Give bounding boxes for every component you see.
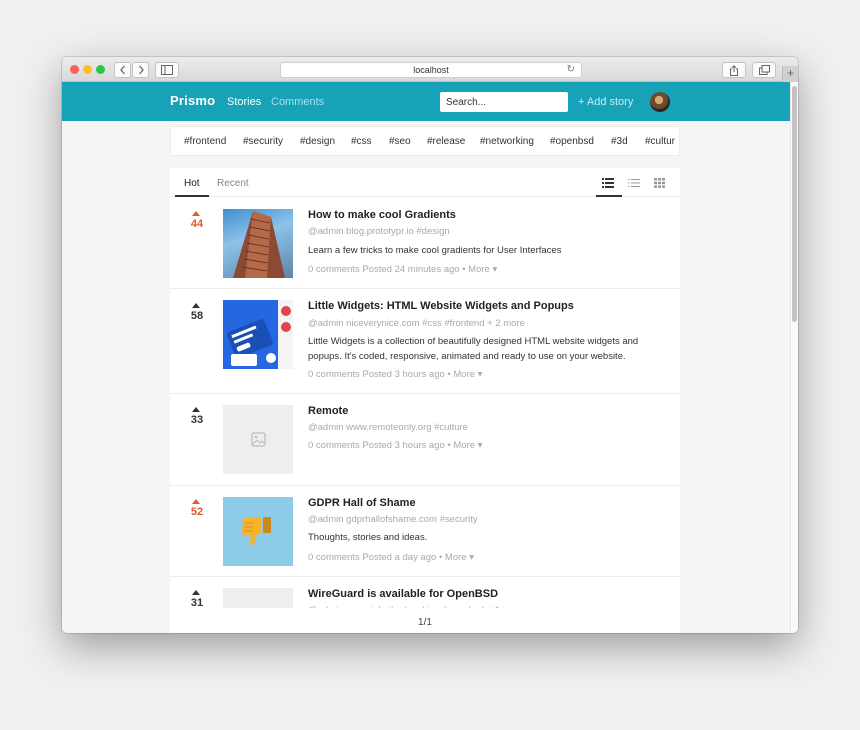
app-viewport: Prismo Stories Comments + Add story #fro… [62, 82, 790, 633]
list-compact-icon [628, 179, 640, 187]
vote-count: 33 [190, 414, 204, 426]
story-title[interactable]: GDPR Hall of Shame [308, 497, 416, 509]
user-avatar[interactable] [650, 92, 670, 112]
story-title[interactable]: WireGuard is available for OpenBSD [308, 588, 498, 600]
share-icon [730, 65, 738, 76]
view-grid-button[interactable] [654, 175, 668, 189]
view-list-compact-button[interactable] [628, 175, 642, 189]
nav-comments[interactable]: Comments [271, 96, 324, 108]
tag-3d[interactable]: #3d [611, 136, 628, 147]
pagination[interactable]: 1/1 [170, 608, 680, 633]
story-description: Learn a few tricks to make cool gradient… [308, 245, 562, 256]
tag-design[interactable]: #design [300, 136, 335, 147]
image-placeholder-icon [251, 432, 266, 447]
list-large-icon [602, 178, 614, 188]
tab-hot[interactable]: Hot [184, 178, 200, 189]
thumbs-down-icon [242, 517, 271, 546]
upvote-icon[interactable] [192, 499, 200, 504]
story-item: 52 GDPR Hall of Shame @admin gdprhallofs… [170, 486, 680, 577]
grid-icon [654, 178, 665, 188]
tag-css[interactable]: #css [351, 136, 372, 147]
story-title[interactable]: How to make cool Gradients [308, 209, 456, 221]
minimize-window-button[interactable] [83, 65, 92, 74]
new-tab-button[interactable]: + [782, 66, 798, 83]
tag-seo[interactable]: #seo [389, 136, 411, 147]
story-footer[interactable]: 0 comments Posted a day ago • More ▾ [308, 552, 474, 563]
tabs-overview-button[interactable] [752, 62, 776, 78]
story-thumbnail-placeholder[interactable] [223, 405, 293, 474]
sidebar-toggle-button[interactable] [155, 62, 179, 78]
upvote-icon[interactable] [192, 211, 200, 216]
feed-tabs: Hot Recent [170, 168, 680, 197]
upvote-icon[interactable] [192, 590, 200, 595]
upvote-icon[interactable] [192, 303, 200, 308]
address-text: localhost [413, 65, 449, 75]
story-footer[interactable]: 0 comments Posted 24 minutes ago • More … [308, 264, 497, 275]
search-input[interactable] [440, 92, 568, 112]
story-thumbnail[interactable] [223, 497, 293, 566]
story-footer[interactable]: 0 comments Posted 3 hours ago • More ▾ [308, 440, 482, 451]
browser-titlebar: localhost ↻ + [62, 57, 798, 83]
close-window-button[interactable] [70, 65, 79, 74]
vote-count: 52 [190, 506, 204, 518]
active-tab-indicator [175, 195, 209, 197]
scrollbar-thumb[interactable] [792, 86, 797, 322]
story-feed: Hot Recent 44 How to make cool Gradients… [170, 168, 680, 633]
top-navbar: Prismo Stories Comments + Add story [62, 82, 790, 121]
story-description: Little Widgets is a collection of beauti… [308, 336, 639, 362]
page-scrollbar[interactable] [790, 82, 798, 633]
tag-security[interactable]: #security [243, 136, 283, 147]
building-photo [233, 211, 285, 278]
story-footer[interactable]: 0 comments Posted 3 hours ago • More ▾ [308, 369, 482, 380]
back-button[interactable] [114, 62, 131, 78]
story-meta: @admin www.remoteonly.org #culture [308, 422, 468, 433]
tag-networking[interactable]: #networking [480, 136, 534, 147]
chevron-left-icon [119, 65, 125, 75]
forward-button[interactable] [132, 62, 149, 78]
tag-openbsd[interactable]: #openbsd [550, 136, 594, 147]
vote-count: 58 [190, 310, 204, 322]
story-item: 58 Little Widgets: HTML Website Widgets … [170, 289, 680, 394]
browser-window: localhost ↻ + Prismo Stories Comments + … [62, 57, 798, 633]
tag-bar: #frontend #security #design #css #seo #r… [170, 126, 680, 156]
share-button[interactable] [722, 62, 746, 78]
story-title[interactable]: Little Widgets: HTML Website Widgets and… [308, 300, 574, 312]
story-thumbnail[interactable] [223, 300, 293, 369]
reload-icon[interactable]: ↻ [567, 63, 575, 77]
view-list-large-button[interactable] [602, 175, 616, 189]
story-item: 44 How to make cool Gradients @admin blo… [170, 198, 680, 289]
tabs-icon [758, 65, 770, 75]
zoom-window-button[interactable] [96, 65, 105, 74]
story-title[interactable]: Remote [308, 405, 348, 417]
story-item: 33 Remote @admin www.remoteonly.org #cul… [170, 394, 680, 486]
brand-logo[interactable]: Prismo [170, 93, 215, 108]
story-meta: @admin gdprhallofshame.com #security [308, 514, 478, 525]
story-thumbnail[interactable] [223, 209, 293, 278]
sidebar-icon [161, 65, 173, 75]
add-story-link[interactable]: + Add story [578, 96, 633, 108]
tag-frontend[interactable]: #frontend [184, 136, 226, 147]
tag-release[interactable]: #release [427, 136, 465, 147]
widgets-illustration [223, 300, 293, 369]
chevron-right-icon [138, 65, 144, 75]
nav-stories[interactable]: Stories [227, 96, 261, 108]
upvote-icon[interactable] [192, 407, 200, 412]
tag-culture[interactable]: #cultur [645, 136, 675, 147]
active-view-indicator [596, 195, 622, 197]
address-bar[interactable]: localhost ↻ [280, 62, 582, 78]
story-description: Thoughts, stories and ideas. [308, 532, 428, 543]
tab-recent[interactable]: Recent [217, 178, 249, 189]
story-meta: @admin blog.prototypr.io #design [308, 226, 450, 237]
story-meta: @admin niceverynice.com #css #frontend +… [308, 318, 525, 329]
vote-count: 44 [190, 218, 204, 230]
